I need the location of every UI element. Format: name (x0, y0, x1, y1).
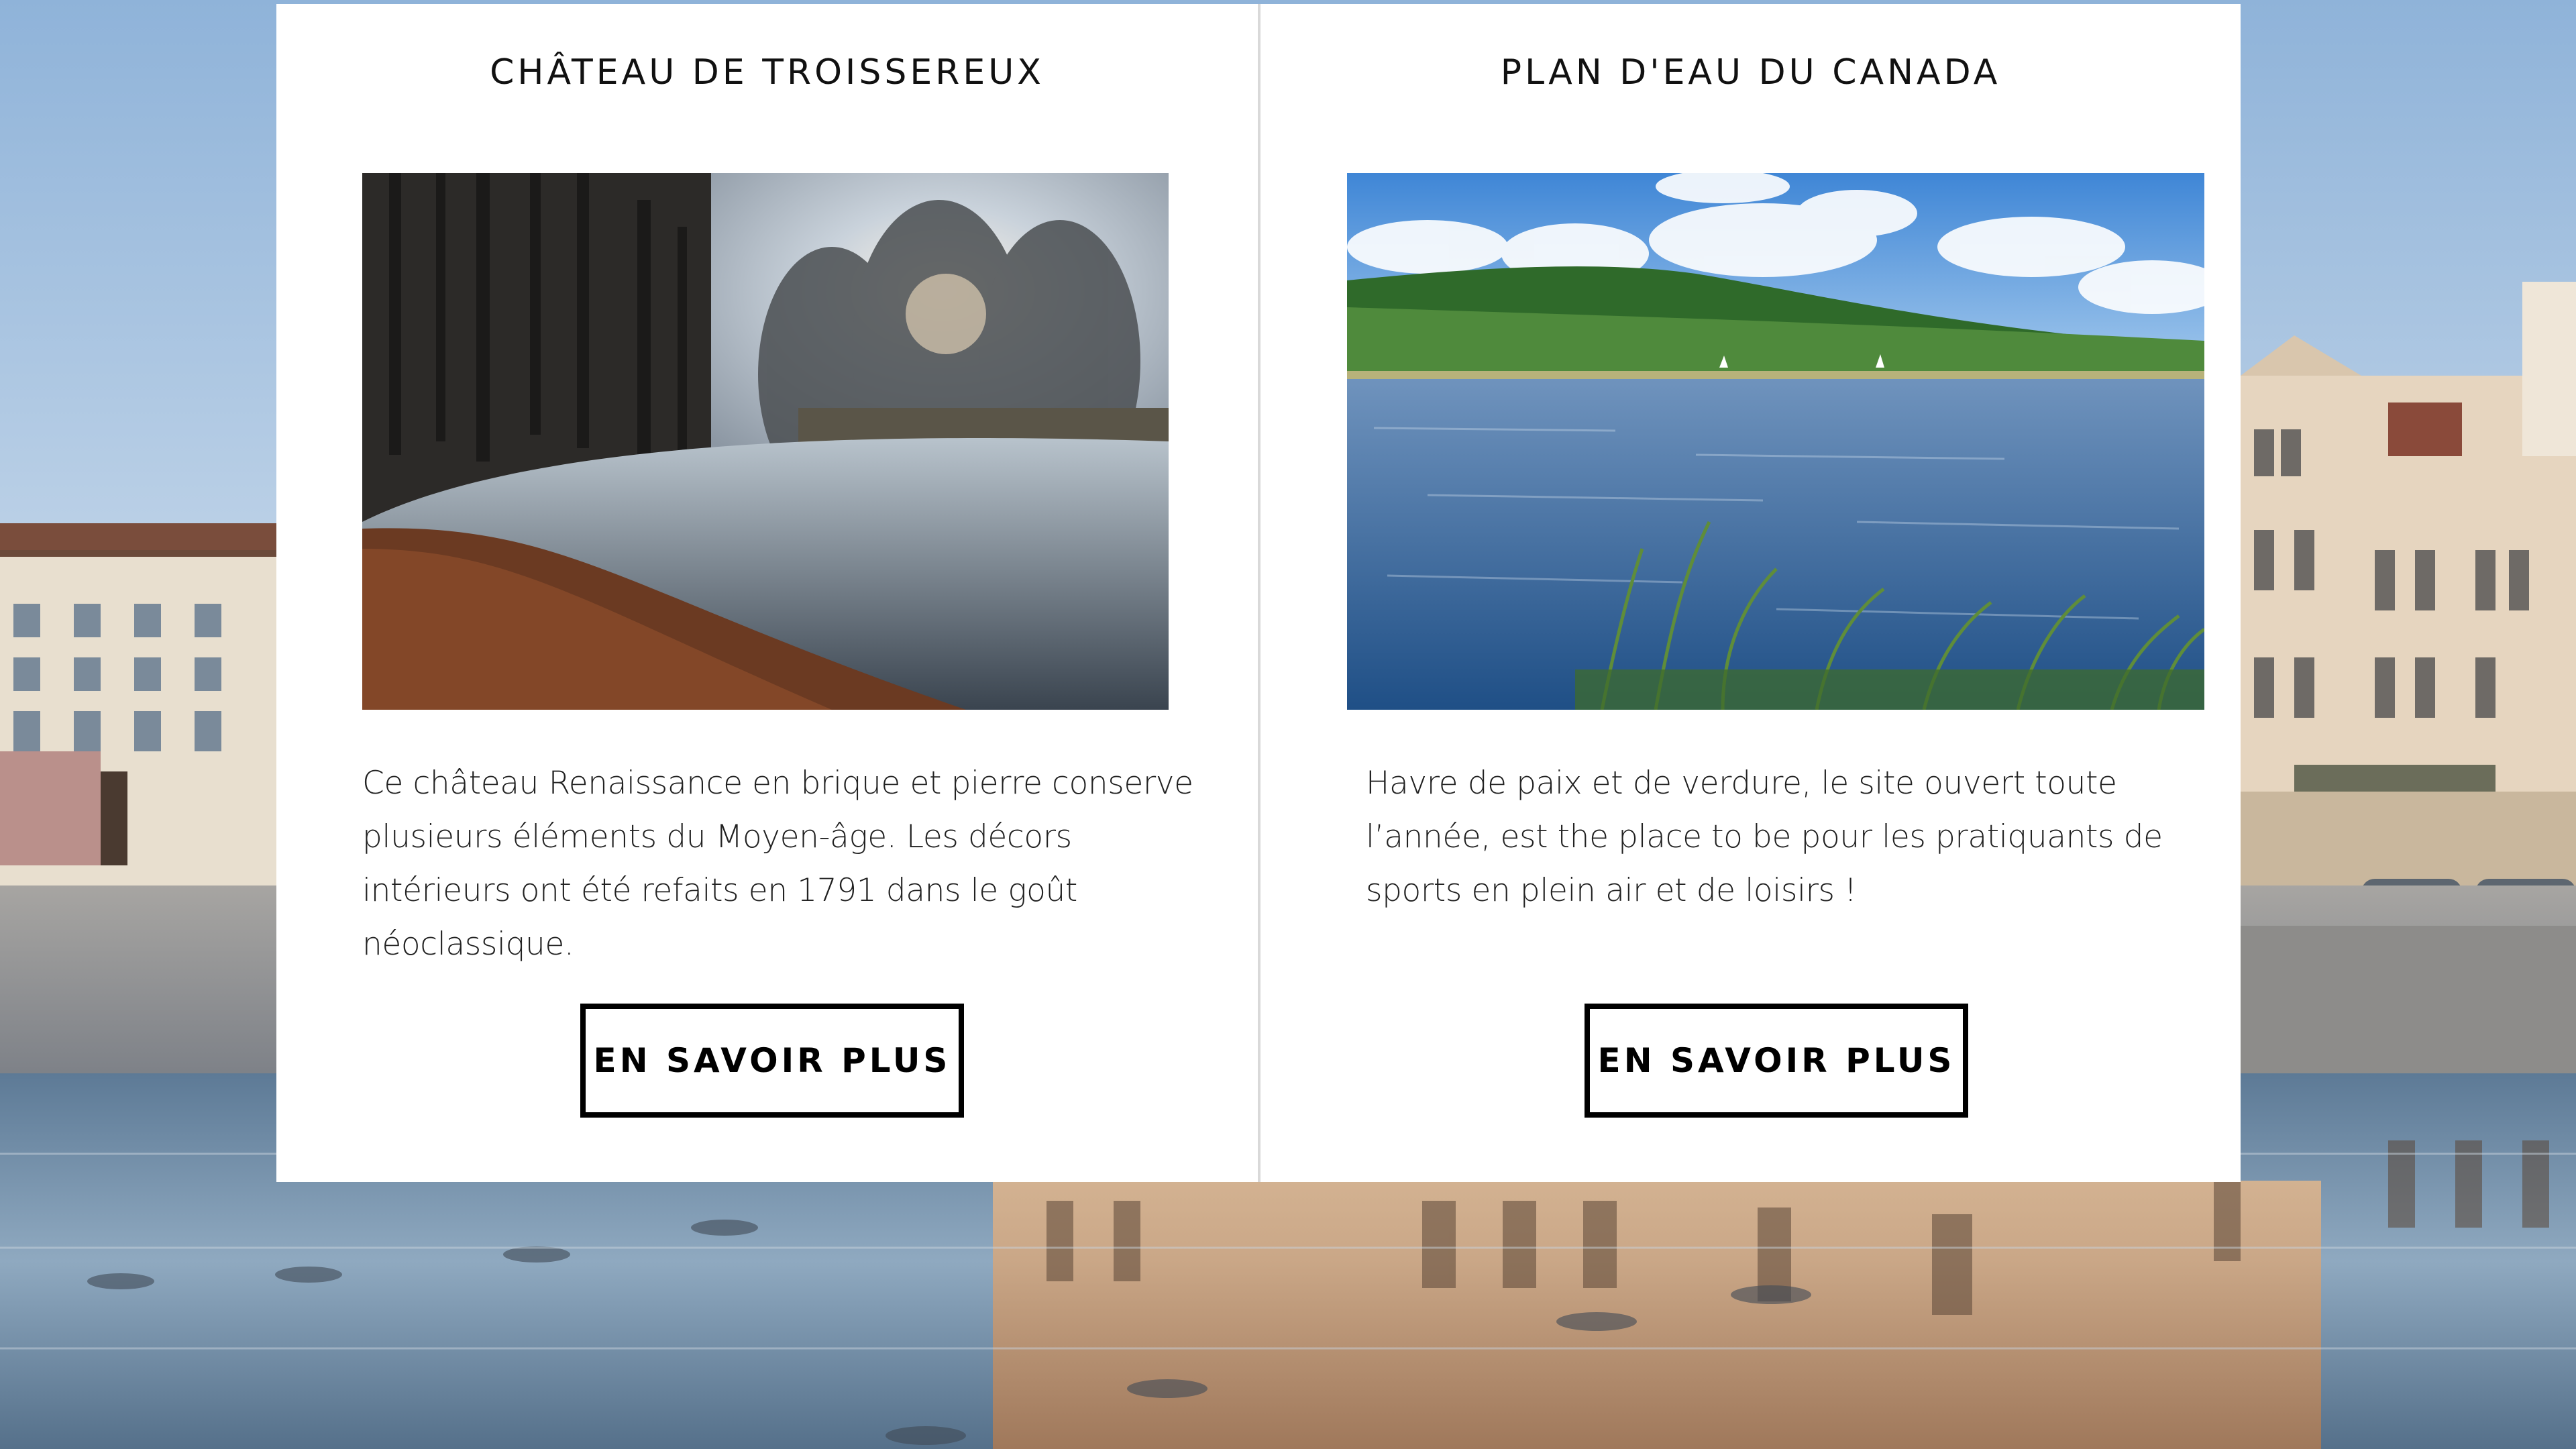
lake-image (1347, 173, 2204, 710)
lake-green-hills-photo (1347, 173, 2204, 710)
attractions-cards: CHÂTEAU DE TROISSEREUX Ce château Renais… (276, 4, 2241, 1182)
en-savoir-plus-button[interactable]: EN SAVOIR PLUS (1585, 1004, 1968, 1118)
card-title: CHÂTEAU DE TROISSEREUX (490, 52, 1044, 93)
card-description: Havre de paix et de verdure, le site ouv… (1366, 765, 2163, 909)
chateau-park-image (362, 173, 1169, 710)
card-description: Ce château Renaissance en brique et pier… (362, 765, 1193, 963)
park-river-autumn-photo (362, 173, 1169, 710)
card-chateau-de-troissereux: CHÂTEAU DE TROISSEREUX Ce château Renais… (276, 4, 1258, 1182)
card-title: PLAN D'EAU DU CANADA (1500, 52, 2001, 93)
en-savoir-plus-button[interactable]: EN SAVOIR PLUS (580, 1004, 964, 1118)
card-plan-d-eau-du-canada: PLAN D'EAU DU CANADA Havre de paix et de… (1258, 4, 2241, 1182)
